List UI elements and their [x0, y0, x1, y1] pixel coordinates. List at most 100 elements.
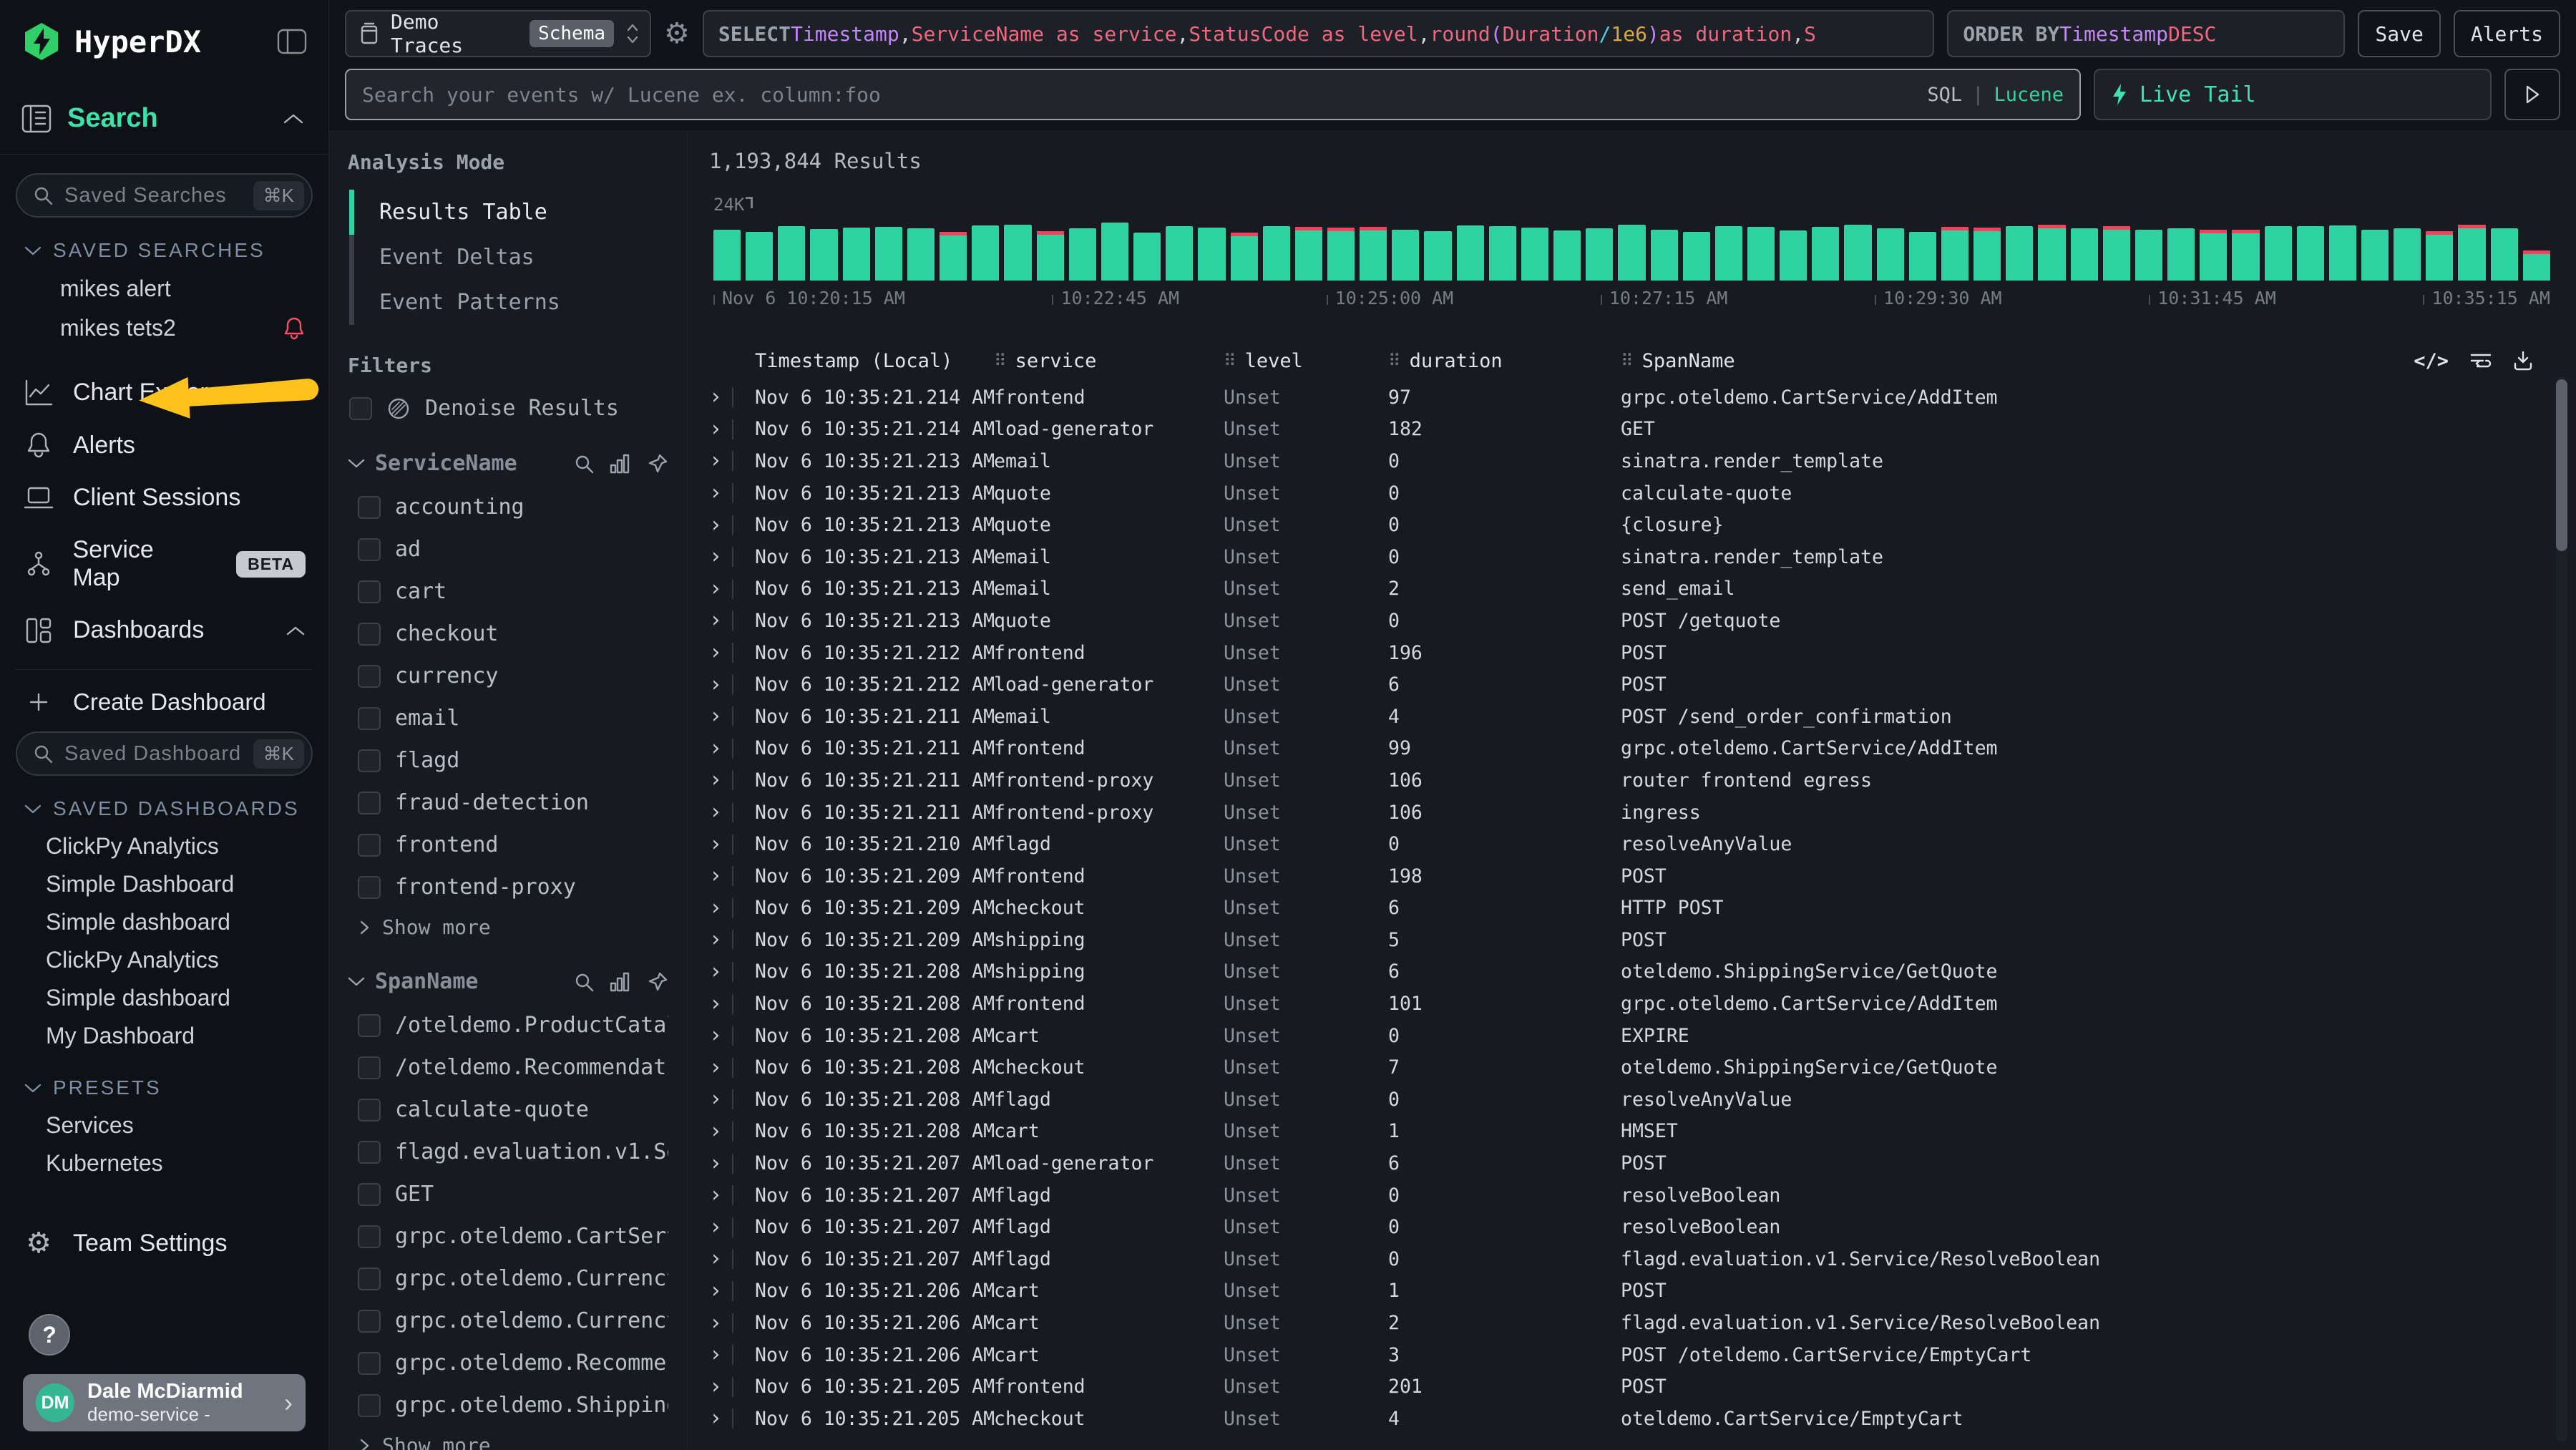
live-tail-button[interactable]: Live Tail — [2094, 69, 2492, 120]
checkbox[interactable] — [358, 1352, 381, 1375]
bar-chart-icon[interactable] — [610, 972, 631, 992]
table-row[interactable]: › Nov 6 10:35:21.207 AM load-generator U… — [709, 1147, 2533, 1179]
histogram-bar[interactable] — [2135, 230, 2162, 281]
spanname-group-header[interactable]: SpanName — [348, 969, 668, 994]
alerts-button[interactable]: Alerts — [2454, 10, 2560, 57]
table-row[interactable]: › Nov 6 10:35:21.210 AM flagd Unset 0 re… — [709, 828, 2533, 860]
spanname-show-more[interactable]: Show more — [348, 1426, 668, 1450]
histogram-bar[interactable] — [940, 232, 967, 281]
user-card[interactable]: DM Dale McDiarmid demo-service - › — [23, 1374, 306, 1431]
search-icon[interactable] — [574, 454, 594, 474]
histogram-bar[interactable] — [1198, 228, 1225, 281]
filter-checkbox-item[interactable]: accounting — [348, 486, 668, 528]
histogram-bar[interactable] — [1457, 225, 1484, 281]
histogram-bar[interactable] — [2167, 228, 2195, 281]
column-header-level[interactable]: ⠿level — [1224, 350, 1388, 372]
histogram-bar[interactable] — [972, 225, 999, 281]
drag-handle-icon[interactable]: ⠿ — [994, 351, 1007, 371]
table-row[interactable]: › Nov 6 10:35:21.211 AM frontend Unset 9… — [709, 733, 2533, 765]
run-query-button[interactable] — [2504, 69, 2560, 120]
filter-checkbox-item[interactable]: frontend-proxy — [348, 866, 668, 908]
expand-row-icon[interactable]: › — [709, 515, 722, 536]
lang-lucene-toggle[interactable]: Lucene — [1994, 84, 2064, 106]
saved-dashboards-input[interactable] — [64, 742, 242, 766]
histogram-bar[interactable] — [1037, 231, 1064, 281]
histogram-bar[interactable] — [1651, 230, 1678, 281]
histogram-bar[interactable] — [1909, 232, 1936, 281]
saved-dashboard-item[interactable]: My Dashboard — [16, 1017, 313, 1055]
events-histogram[interactable]: 24K — [713, 219, 2550, 308]
sidebar-collapse-icon[interactable] — [277, 29, 307, 54]
expand-row-icon[interactable]: › — [709, 546, 722, 568]
expand-row-icon[interactable]: › — [709, 738, 722, 759]
table-row[interactable]: › Nov 6 10:35:21.213 AM email Unset 2 se… — [709, 573, 2533, 605]
histogram-bar[interactable] — [1521, 228, 1548, 281]
bar-chart-icon[interactable] — [610, 454, 631, 474]
saved-dashboard-item[interactable]: Simple dashboard — [16, 903, 313, 941]
histogram-bar[interactable] — [810, 229, 837, 281]
histogram-bar[interactable] — [843, 228, 870, 281]
table-row[interactable]: › Nov 6 10:35:21.214 AM load-generator U… — [709, 414, 2533, 446]
checkbox[interactable] — [358, 1056, 381, 1079]
table-row[interactable]: › Nov 6 10:35:21.213 AM quote Unset 0 {c… — [709, 509, 2533, 541]
histogram-bar[interactable] — [1004, 225, 1031, 281]
expand-row-icon[interactable]: › — [709, 1121, 722, 1142]
search-icon[interactable] — [574, 972, 594, 992]
expand-row-icon[interactable]: › — [709, 1184, 722, 1206]
histogram-bar[interactable] — [2071, 228, 2098, 281]
checkbox[interactable] — [358, 580, 381, 603]
chevron-up-icon[interactable] — [283, 112, 304, 125]
histogram-bar[interactable] — [1553, 230, 1581, 281]
code-view-icon[interactable]: </> — [2414, 350, 2449, 372]
histogram-bar[interactable] — [1812, 227, 1839, 281]
expand-row-icon[interactable]: › — [709, 993, 722, 1015]
histogram-bar[interactable] — [2103, 226, 2130, 281]
analysis-mode-tab[interactable]: Event Deltas — [349, 235, 668, 280]
histogram-bar[interactable] — [1327, 228, 1355, 281]
expand-row-icon[interactable]: › — [709, 1280, 722, 1302]
lang-sql-toggle[interactable]: SQL — [1927, 84, 1962, 106]
expand-row-icon[interactable]: › — [709, 642, 722, 663]
filter-checkbox-item[interactable]: grpc.oteldemo.Recommend… — [348, 1342, 668, 1384]
histogram-bar[interactable] — [2523, 250, 2550, 281]
wrap-lines-icon[interactable] — [2470, 351, 2492, 370]
histogram-bar[interactable] — [1683, 232, 1710, 281]
saved-dashboard-item[interactable]: ClickPy Analytics — [16, 941, 313, 979]
table-row[interactable]: › Nov 6 10:35:21.208 AM checkout Unset 7… — [709, 1051, 2533, 1084]
scrollbar-thumb[interactable] — [2556, 379, 2567, 551]
expand-row-icon[interactable]: › — [709, 961, 722, 983]
table-row[interactable]: › Nov 6 10:35:21.208 AM shipping Unset 6… — [709, 956, 2533, 988]
table-row[interactable]: › Nov 6 10:35:21.209 AM checkout Unset 6… — [709, 892, 2533, 925]
checkbox[interactable] — [358, 496, 381, 519]
expand-row-icon[interactable]: › — [709, 929, 722, 950]
histogram-bar[interactable] — [1133, 233, 1161, 281]
histogram-bar[interactable] — [875, 227, 902, 281]
filter-checkbox-item[interactable]: grpc.oteldemo.CartServi… — [348, 1215, 668, 1257]
table-row[interactable]: › Nov 6 10:35:21.213 AM email Unset 0 si… — [709, 541, 2533, 573]
table-row[interactable]: › Nov 6 10:35:21.207 AM flagd Unset 0 re… — [709, 1211, 2533, 1243]
checkbox[interactable] — [358, 1014, 381, 1037]
table-row[interactable]: › Nov 6 10:35:21.208 AM flagd Unset 0 re… — [709, 1084, 2533, 1116]
expand-row-icon[interactable]: › — [709, 1344, 722, 1366]
servicename-group-header[interactable]: ServiceName — [348, 451, 668, 476]
checkbox[interactable] — [358, 665, 381, 688]
histogram-bar[interactable] — [2394, 228, 2421, 281]
sidebar-item-chart-explorer[interactable]: Chart Explorer — [16, 366, 313, 419]
pin-icon[interactable] — [647, 971, 668, 993]
checkbox[interactable] — [358, 749, 381, 772]
sidebar-item-alerts[interactable]: Alerts — [16, 419, 313, 472]
table-row[interactable]: › Nov 6 10:35:21.209 AM frontend Unset 1… — [709, 860, 2533, 892]
saved-dashboards-search[interactable]: ⌘K — [16, 731, 313, 776]
expand-row-icon[interactable]: › — [709, 1057, 722, 1079]
table-row[interactable]: › Nov 6 10:35:21.213 AM quote Unset 0 ca… — [709, 477, 2533, 510]
expand-row-icon[interactable]: › — [709, 769, 722, 791]
drag-handle-icon[interactable]: ⠿ — [1388, 351, 1401, 371]
filter-checkbox-item[interactable]: email — [348, 697, 668, 739]
presets-header[interactable]: PRESETS — [24, 1076, 306, 1099]
filter-checkbox-item[interactable]: /oteldemo.ProductCatalo… — [348, 1004, 668, 1046]
saved-searches-input[interactable] — [64, 184, 242, 208]
denoise-checkbox[interactable] — [349, 397, 372, 420]
analysis-mode-tab[interactable]: Results Table — [349, 190, 668, 235]
table-row[interactable]: › Nov 6 10:35:21.212 AM load-generator U… — [709, 668, 2533, 701]
table-row[interactable]: › Nov 6 10:35:21.213 AM quote Unset 0 PO… — [709, 605, 2533, 637]
